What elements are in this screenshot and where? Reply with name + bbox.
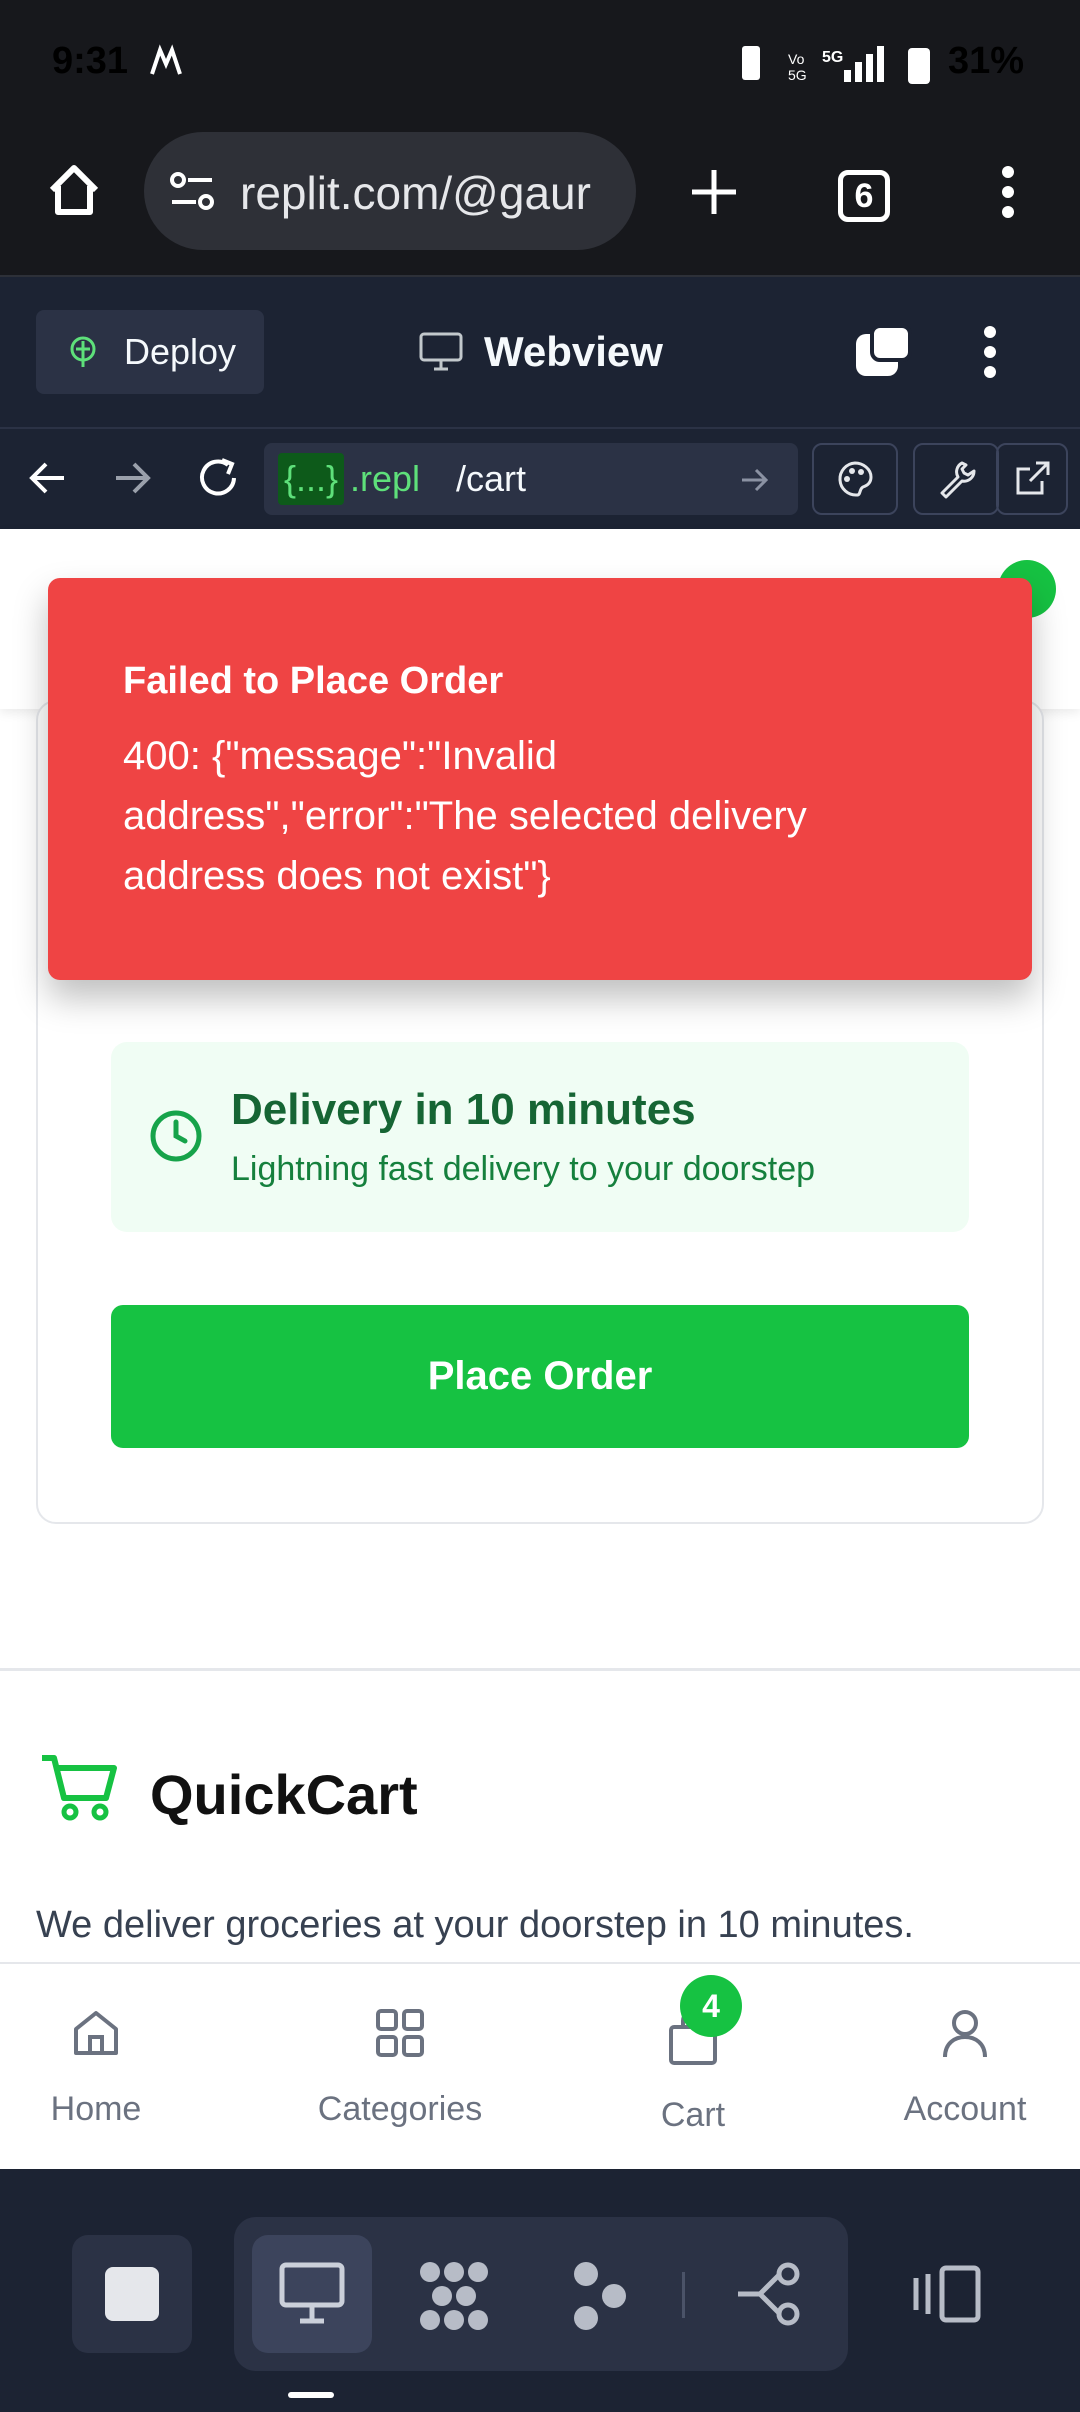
user-icon [943,2010,987,2058]
reload-icon[interactable] [194,454,242,507]
error-toast[interactable]: Failed to Place Order 400: {"message":"I… [48,578,1032,980]
svg-text:Vo: Vo [788,51,805,67]
tab-switcher-button[interactable]: 6 [838,170,890,222]
back-icon[interactable] [28,458,68,503]
nav-categories-label: Categories [317,2090,483,2128]
footer-brand: QuickCart [150,1763,418,1826]
webview-label: Webview [484,328,663,375]
new-tab-icon[interactable] [688,166,740,223]
new-window-icon[interactable] [852,322,914,385]
cart-logo-icon [40,1752,120,1829]
cart-count-badge: 4 [680,1975,742,2037]
footer-divider [0,1668,1080,1671]
forward-icon[interactable] [112,458,152,503]
browser-menu-icon[interactable] [996,162,1020,227]
url-host-suffix: .repl [350,458,421,499]
home-icon[interactable] [44,160,104,225]
webview-url-field[interactable]: {...} .repl /cart [264,443,798,515]
nav-account[interactable]: Account [855,2005,1075,2129]
stop-icon [105,2267,159,2321]
signal-icons: Vo 5G 5G [740,42,940,91]
grid-icon [376,2009,424,2057]
open-external-button[interactable] [996,443,1068,515]
dock-git-icon[interactable] [734,2262,806,2331]
deploy-icon [70,336,96,367]
place-order-button[interactable]: Place Order [111,1305,969,1448]
svg-text:5G: 5G [822,49,843,66]
go-arrow-icon[interactable] [740,465,770,495]
status-time: 9:31 [52,40,129,82]
home-nav-icon [74,2011,118,2055]
nav-categories[interactable]: Categories [290,2005,510,2129]
gesture-bar [288,2392,334,2398]
replit-menu-icon[interactable] [978,322,1002,387]
url-host-highlight: {...} [278,453,345,505]
stop-button[interactable] [72,2235,192,2353]
toast-title: Failed to Place Order [123,660,504,702]
site-settings-icon[interactable] [168,170,216,219]
external-link-icon [1016,461,1050,495]
palette-icon [838,461,873,497]
footer-tagline: We deliver groceries at your doorstep in… [36,1904,914,1946]
webview-title: Webview [418,328,663,376]
nav-home-label: Home [50,2090,142,2128]
theme-button[interactable] [812,443,898,515]
dock-webview-tab[interactable] [252,2235,372,2353]
nav-home[interactable]: Home [0,2005,206,2129]
monitor-icon [419,332,463,371]
url-path: /cart [456,458,527,499]
dock-panels-icon[interactable] [912,2264,984,2329]
clock-icon [148,1108,204,1169]
nav-account-label: Account [903,2090,1027,2128]
wrench-icon [940,461,976,499]
toast-message: 400: {"message":"Invalid address","error… [123,734,807,898]
delivery-title: Delivery in 10 minutes [231,1085,696,1134]
monitor-icon [279,2262,345,2324]
delivery-info-box [111,1042,969,1232]
battery-level: 31% [947,40,1024,82]
nav-cart-label: Cart [660,2096,726,2134]
dock-ai-icon[interactable] [572,2260,628,2337]
dock-agent-icon[interactable] [416,2258,492,2339]
deploy-button[interactable]: Deploy [36,310,264,394]
svg-text:5G: 5G [788,67,807,83]
deploy-label: Deploy [124,331,237,372]
delivery-subtitle: Lightning fast delivery to your doorstep [231,1150,816,1188]
dock-separator [682,2272,685,2318]
devtools-button[interactable] [913,443,999,515]
notification-icon [146,44,186,85]
address-bar-url[interactable]: replit.com/@gaur [240,166,620,220]
